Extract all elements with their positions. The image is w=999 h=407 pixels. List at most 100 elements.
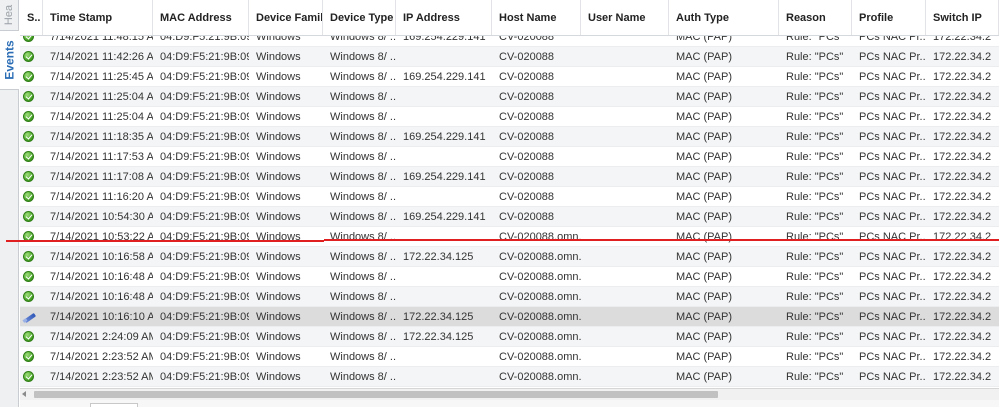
status-cell [20, 87, 43, 106]
check-circle-icon [23, 36, 34, 42]
cell-ip [396, 347, 492, 366]
column-header-switch[interactable]: Switch IP [926, 0, 999, 35]
cell-ip [396, 107, 492, 126]
cell-host: CV-020088 [499, 50, 555, 63]
cell-host: CV-020088 [499, 190, 555, 203]
cell-reason: Rule: "PCs" [786, 290, 844, 303]
cell-auth: MAC (PAP) [676, 50, 733, 63]
cell-user [581, 327, 669, 346]
side-tab-strip: Hea Events [0, 0, 19, 407]
grid-footer [20, 400, 999, 407]
status-cell [20, 247, 43, 266]
column-header-mac[interactable]: MAC Address [153, 0, 249, 35]
cell-timestamp: 7/14/2021 2:23:52 AM [50, 370, 153, 383]
table-row[interactable]: 7/14/2021 11:48:15 AM 04:D9:F5:21:9B:09 Wi… [20, 36, 999, 47]
cell-reason: Rule: "PCs" [786, 90, 844, 103]
column-header-auth[interactable]: Auth Type [669, 0, 779, 35]
table-row[interactable]: 7/14/2021 10:53:22 AM 04:D9:F5:21:9B:09 Wi… [20, 227, 999, 247]
cell-auth: MAC (PAP) [676, 150, 733, 163]
column-header-type[interactable]: Device Type [323, 0, 396, 35]
cell-ip: 169.254.229.141 [403, 210, 486, 223]
cell-mac: 04:D9:F5:21:9B:09 [160, 230, 249, 243]
table-row[interactable]: 7/14/2021 2:24:09 AM 04:D9:F5:21:9B:09 Win… [20, 327, 999, 347]
cell-profile: PCs NAC Pr... [859, 350, 926, 363]
cell-ip [396, 47, 492, 66]
cell-timestamp: 7/14/2021 11:17:08 AM [50, 170, 153, 183]
cell-profile: PCs NAC Pr... [859, 170, 926, 183]
table-row[interactable]: 7/14/2021 11:16:20 AM 04:D9:F5:21:9B:09 Wi… [20, 187, 999, 207]
column-header-host[interactable]: Host Name [492, 0, 581, 35]
cell-user [581, 47, 669, 66]
column-header-family[interactable]: Device Family [249, 0, 323, 35]
cell-switch: 172.22.34.2 [933, 210, 992, 223]
cell-auth: MAC (PAP) [676, 250, 733, 263]
cell-mac: 04:D9:F5:21:9B:09 [160, 350, 249, 363]
cell-host: CV-020088.omn... [499, 330, 581, 343]
cell-ip: 169.254.229.141 [403, 130, 486, 143]
cell-auth: MAC (PAP) [676, 350, 733, 363]
cell-family: Windows [256, 190, 301, 203]
cell-reason: Rule: "PCs" [786, 110, 844, 123]
status-cell [20, 147, 43, 166]
table-row[interactable]: 7/14/2021 10:16:58 AM 04:D9:F5:21:9B:09 Wi… [20, 247, 999, 267]
table-row[interactable]: 7/14/2021 11:18:35 AM 04:D9:F5:21:9B:09 Wi… [20, 127, 999, 147]
column-header-ip[interactable]: IP Address [396, 0, 492, 35]
cell-switch: 172.22.34.2 [933, 290, 992, 303]
table-row[interactable]: 7/14/2021 10:16:48 AM 04:D9:F5:21:9B:09 Wi… [20, 287, 999, 307]
tab-events-label: Events [2, 40, 17, 80]
column-header-reason[interactable]: Reason [779, 0, 852, 35]
status-cell [20, 67, 43, 86]
status-cell [20, 367, 43, 386]
table-row[interactable]: 7/14/2021 10:54:30 AM 04:D9:F5:21:9B:09 Wi… [20, 207, 999, 227]
cell-auth: MAC (PAP) [676, 70, 733, 83]
cell-timestamp: 7/14/2021 11:17:53 AM [50, 150, 153, 163]
table-row[interactable]: 7/14/2021 10:16:10 AM 04:D9:F5:21:9B:09 Wi… [20, 307, 999, 327]
cell-reason: Rule: "PCs" [786, 130, 844, 143]
table-row[interactable]: 7/14/2021 11:42:26 AM 04:D9:F5:21:9B:09 Wi… [20, 47, 999, 67]
cell-reason: Rule: "PCs" [786, 310, 844, 323]
column-header-user[interactable]: User Name [581, 0, 669, 35]
cell-auth: MAC (PAP) [676, 290, 733, 303]
cell-user [581, 107, 669, 126]
cell-auth: MAC (PAP) [676, 190, 733, 203]
tab-heading[interactable]: Hea [0, 0, 19, 30]
annotation-underline-right [324, 239, 999, 241]
cell-switch: 172.22.34.2 [933, 350, 992, 363]
cell-profile: PCs NAC Pr... [859, 230, 926, 243]
cell-family: Windows [256, 110, 301, 123]
scroll-left-arrow-icon[interactable] [22, 391, 26, 397]
column-header-status[interactable]: S.. [20, 0, 43, 35]
cell-user [581, 207, 669, 226]
table-row[interactable]: 7/14/2021 11:25:45 AM 04:D9:F5:21:9B:09 Wi… [20, 67, 999, 87]
table-row[interactable]: 7/14/2021 10:16:48 AM 04:D9:F5:21:9B:09 Wi… [20, 267, 999, 287]
status-cell [20, 227, 43, 246]
table-row[interactable]: 7/14/2021 2:23:52 AM 04:D9:F5:21:9B:09 Win… [20, 367, 999, 387]
table-row[interactable]: 7/14/2021 2:23:52 AM 04:D9:F5:21:9B:09 Win… [20, 347, 999, 367]
pager-box[interactable] [90, 403, 138, 407]
cell-type: Windows 8/ ... [330, 190, 396, 203]
horizontal-scrollbar[interactable] [20, 388, 999, 400]
cell-family: Windows [256, 90, 301, 103]
cell-user [581, 167, 669, 186]
cell-timestamp: 7/14/2021 10:16:10 AM [50, 310, 153, 323]
cell-reason: Rule: "PCs" [786, 190, 844, 203]
column-header-timestamp[interactable]: Time Stamp [43, 0, 153, 35]
cell-auth: MAC (PAP) [676, 130, 733, 143]
horizontal-scrollbar-thumb[interactable] [34, 391, 718, 398]
cell-host: CV-020088 [499, 170, 555, 183]
cell-profile: PCs NAC Pr... [859, 50, 926, 63]
cell-family: Windows [256, 330, 301, 343]
tab-events[interactable]: Events [0, 30, 19, 90]
pencil-icon [23, 311, 37, 323]
cell-type: Windows 8/ ... [330, 230, 396, 243]
tab-heading-label: Hea [3, 4, 16, 26]
cell-auth: MAC (PAP) [676, 170, 733, 183]
cell-ip [396, 187, 492, 206]
table-row[interactable]: 7/14/2021 11:17:53 AM 04:D9:F5:21:9B:09 Wi… [20, 147, 999, 167]
table-row[interactable]: 7/14/2021 11:25:04 AM 04:D9:F5:21:9B:09 Wi… [20, 107, 999, 127]
table-row[interactable]: 7/14/2021 11:25:04 AM 04:D9:F5:21:9B:09 Wi… [20, 87, 999, 107]
table-row[interactable]: 7/14/2021 11:17:08 AM 04:D9:F5:21:9B:09 Wi… [20, 167, 999, 187]
cell-reason: Rule: "PCs" [786, 370, 844, 383]
column-header-profile[interactable]: Profile [852, 0, 926, 35]
cell-profile: PCs NAC Pr... [859, 290, 926, 303]
